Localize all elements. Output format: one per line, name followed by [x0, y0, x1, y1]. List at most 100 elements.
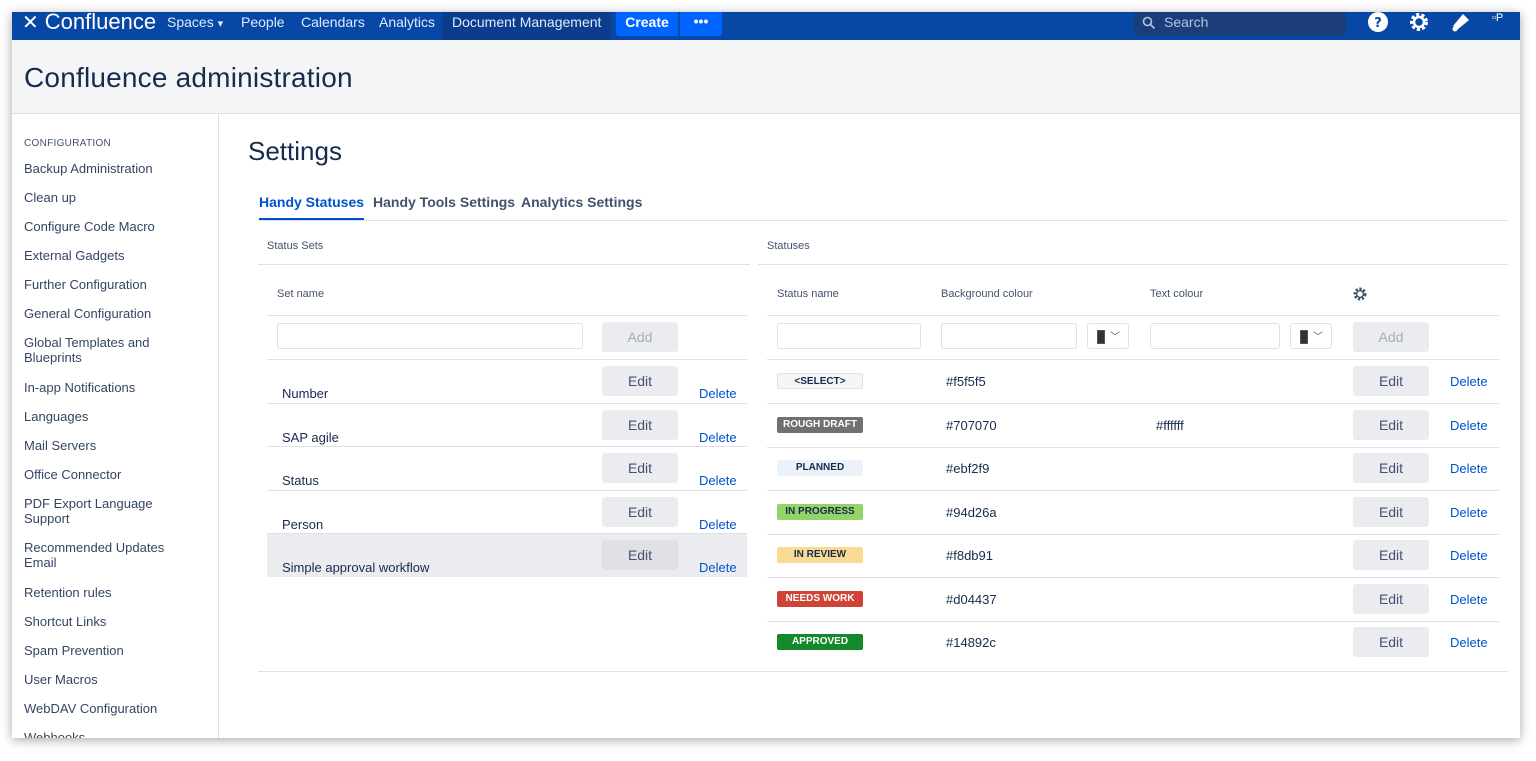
settings-tabs: Handy Statuses Handy Tools Settings Anal…: [258, 194, 1508, 221]
help-icon[interactable]: ?: [1366, 12, 1390, 36]
color-swatch: [1300, 330, 1308, 344]
delete-set-link[interactable]: Delete: [699, 473, 737, 488]
settings-icon[interactable]: [1407, 12, 1431, 36]
gear-icon[interactable]: [1352, 286, 1368, 302]
sidebar-item-webdav-configuration[interactable]: WebDAV Configuration: [24, 701, 204, 716]
nav-spaces[interactable]: Spaces ▾: [167, 12, 223, 40]
add-status-button[interactable]: Add: [1353, 322, 1429, 352]
chevron-down-icon: ﹀: [1313, 332, 1323, 343]
background-colour-value: #14892c: [946, 635, 996, 650]
background-colour-value: #f5f5f5: [946, 374, 986, 389]
sidebar-item-spam-prevention[interactable]: Spam Prevention: [24, 643, 204, 658]
notifications-icon[interactable]: [1449, 12, 1473, 36]
sidebar-item-in-app-notifications[interactable]: In-app Notifications: [24, 380, 204, 395]
search-input[interactable]: Search: [1134, 12, 1346, 36]
divider: [767, 359, 1499, 360]
divider: [267, 359, 747, 360]
delete-status-link[interactable]: Delete: [1450, 374, 1488, 389]
edit-status-button[interactable]: Edit: [1353, 584, 1429, 614]
avatar[interactable]: ▫P: [1492, 12, 1516, 36]
add-set-button[interactable]: Add: [602, 322, 678, 352]
status-name-column-header: Status name: [777, 288, 839, 300]
search-icon: [1142, 16, 1156, 30]
edit-status-button[interactable]: Edit: [1353, 540, 1429, 570]
tab-analytics-settings[interactable]: Analytics Settings: [521, 194, 642, 218]
status-lozenge: IN PROGRESS: [777, 504, 863, 520]
divider: [767, 490, 1499, 491]
set-name-input[interactable]: [277, 323, 583, 349]
nav-calendars[interactable]: Calendars: [301, 12, 365, 40]
set-name-status: Status: [282, 473, 319, 488]
delete-set-link[interactable]: Delete: [699, 560, 737, 575]
delete-status-link[interactable]: Delete: [1450, 418, 1488, 433]
admin-sidebar: CONFIGURATION Backup Administration Clea…: [12, 114, 219, 738]
more-button[interactable]: •••: [680, 12, 722, 36]
background-colour-column-header: Background colour: [941, 288, 1033, 300]
edit-set-button[interactable]: Edit: [602, 497, 678, 527]
delete-status-link[interactable]: Delete: [1450, 505, 1488, 520]
sidebar-heading: CONFIGURATION: [24, 138, 112, 149]
background-colour-value: #f8db91: [946, 548, 993, 563]
edit-status-button[interactable]: Edit: [1353, 497, 1429, 527]
delete-status-link[interactable]: Delete: [1450, 461, 1488, 476]
status-lozenge: APPROVED: [777, 634, 863, 650]
set-name-sap-agile: SAP agile: [282, 430, 339, 445]
sidebar-item-configure-code-macro[interactable]: Configure Code Macro: [24, 219, 204, 234]
sidebar-item-office-connector[interactable]: Office Connector: [24, 467, 204, 482]
text-colour-picker[interactable]: ﹀: [1290, 323, 1332, 349]
divider: [767, 403, 1499, 404]
status-lozenge: NEEDS WORK: [777, 591, 863, 607]
edit-set-button[interactable]: Edit: [602, 366, 678, 396]
tab-handy-tools-settings[interactable]: Handy Tools Settings: [373, 194, 515, 218]
background-colour-value: #94d26a: [946, 505, 997, 520]
sidebar-item-mail-servers[interactable]: Mail Servers: [24, 438, 204, 453]
divider: [267, 315, 747, 316]
set-name-person: Person: [282, 517, 324, 532]
status-sets-section-label: Status Sets: [267, 240, 324, 252]
background-colour-value: #ebf2f9: [946, 461, 990, 476]
sidebar-item-languages[interactable]: Languages: [24, 409, 204, 424]
sidebar-item-external-gadgets[interactable]: External Gadgets: [24, 248, 204, 263]
sidebar-item-shortcut-links[interactable]: Shortcut Links: [24, 614, 204, 629]
sidebar-item-backup-administration[interactable]: Backup Administration: [24, 161, 204, 176]
tab-handy-statuses[interactable]: Handy Statuses: [259, 194, 365, 220]
sidebar-item-further-configuration[interactable]: Further Configuration: [24, 277, 204, 292]
background-colour-picker[interactable]: ﹀: [1087, 323, 1129, 349]
edit-set-button[interactable]: Edit: [602, 453, 678, 483]
sidebar-item-pdf-export-language-support[interactable]: PDF Export Language Support: [24, 496, 174, 526]
edit-status-button[interactable]: Edit: [1353, 366, 1429, 396]
nav-analytics[interactable]: Analytics: [379, 12, 435, 40]
divider: [767, 315, 1499, 316]
delete-set-link[interactable]: Delete: [699, 430, 737, 445]
edit-status-button[interactable]: Edit: [1353, 627, 1429, 657]
sidebar-item-general-configuration[interactable]: General Configuration: [24, 306, 204, 321]
delete-status-link[interactable]: Delete: [1450, 592, 1488, 607]
create-button[interactable]: Create: [616, 12, 678, 36]
edit-status-button[interactable]: Edit: [1353, 453, 1429, 483]
delete-status-link[interactable]: Delete: [1450, 548, 1488, 563]
background-colour-value: #707070: [946, 418, 997, 433]
nav-document-management[interactable]: Document Management: [442, 12, 612, 40]
delete-status-link[interactable]: Delete: [1450, 635, 1488, 650]
background-colour-input[interactable]: [941, 323, 1077, 349]
edit-set-button[interactable]: Edit: [602, 540, 678, 570]
nav-people[interactable]: People: [241, 12, 285, 40]
edit-status-button[interactable]: Edit: [1353, 410, 1429, 440]
sidebar-item-user-macros[interactable]: User Macros: [24, 672, 204, 687]
color-swatch: [1097, 330, 1105, 344]
sidebar-item-clean-up[interactable]: Clean up: [24, 190, 204, 205]
delete-set-link[interactable]: Delete: [699, 386, 737, 401]
text-colour-input[interactable]: [1150, 323, 1280, 349]
divider: [767, 534, 1499, 535]
sidebar-item-global-templates[interactable]: Global Templates and Blueprints: [24, 335, 174, 365]
confluence-logo[interactable]: ✕ Confluence: [22, 12, 156, 36]
status-lozenge: IN REVIEW: [777, 547, 863, 563]
edit-set-button[interactable]: Edit: [602, 410, 678, 440]
sidebar-item-recommended-updates-email[interactable]: Recommended Updates Email: [24, 540, 184, 570]
sidebar-item-webhooks[interactable]: Webhooks: [24, 730, 204, 738]
sidebar-item-retention-rules[interactable]: Retention rules: [24, 585, 204, 600]
status-name-input[interactable]: [777, 323, 921, 349]
delete-set-link[interactable]: Delete: [699, 517, 737, 532]
set-name-simple-approval-workflow: Simple approval workflow: [282, 560, 430, 575]
browser-frame: ✕ Confluence Spaces ▾ People Calendars A…: [12, 12, 1520, 738]
